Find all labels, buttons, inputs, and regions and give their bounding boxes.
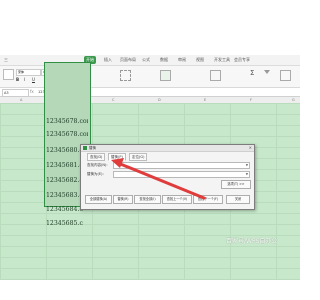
replace-dialog: 替换 × 查找(D) 替换(P) 定位(G) 查找内容(N): ▼ 替换为(E)…: [80, 144, 255, 210]
close-icon[interactable]: ×: [249, 145, 252, 151]
tab-insert[interactable]: 插入: [102, 56, 114, 64]
underline-icon[interactable]: U: [32, 77, 41, 86]
fx-icon[interactable]: fx: [30, 88, 34, 96]
paste-icon[interactable]: [3, 69, 14, 80]
chevron-down-icon[interactable]: ▼: [246, 163, 248, 168]
replace-input[interactable]: ▼: [113, 171, 250, 178]
find-next-button[interactable]: 查找下一个(F): [193, 195, 223, 204]
number-format-icon[interactable]: [120, 70, 131, 81]
replace-button[interactable]: 替换(R): [113, 195, 133, 204]
sort-icon[interactable]: [280, 70, 291, 81]
chevron-down-icon[interactable]: ▼: [246, 172, 248, 177]
tab-member[interactable]: 会员专享: [232, 56, 252, 64]
filter-icon[interactable]: [264, 70, 270, 74]
options-button[interactable]: 选项(T) >>: [221, 180, 251, 189]
name-box[interactable]: A3: [2, 89, 29, 97]
dialog-title: 替换: [89, 146, 96, 150]
tab-replace[interactable]: 替换(P): [108, 153, 126, 161]
close-button[interactable]: 关闭: [226, 195, 250, 204]
font-name-select[interactable]: 宋体: [16, 69, 41, 76]
cell-value[interactable]: 12345678.com: [46, 131, 88, 138]
tab-find[interactable]: 查找(D): [87, 153, 106, 161]
watermark: 百家号/WPS自办公: [226, 238, 278, 245]
find-input[interactable]: ▼: [113, 162, 250, 169]
cell-value[interactable]: 12345685.c: [46, 220, 88, 227]
tab-developer[interactable]: 开发工具: [212, 56, 232, 64]
tab-review[interactable]: 审阅: [176, 56, 188, 64]
replace-label: 替换为(E):: [87, 172, 104, 176]
app-icon: [83, 146, 87, 150]
tab-menu[interactable]: 三: [2, 56, 10, 64]
replace-all-button[interactable]: 全部替换(A): [85, 195, 112, 204]
tab-data[interactable]: 数据: [158, 56, 170, 64]
find-prev-button[interactable]: 查找上一个(V): [162, 195, 192, 204]
find-all-button[interactable]: 查找全部(I): [134, 195, 161, 204]
tab-goto[interactable]: 定位(G): [129, 153, 148, 161]
tab-formula[interactable]: 公式: [140, 56, 152, 64]
dialog-titlebar[interactable]: 替换 ×: [81, 145, 254, 152]
sum-icon[interactable]: Σ: [250, 69, 259, 78]
table-style-icon[interactable]: [210, 70, 221, 81]
cell-value[interactable]: 12345678.com: [46, 118, 88, 125]
tab-page-layout[interactable]: 页面布局: [118, 56, 138, 64]
tab-view[interactable]: 视图: [194, 56, 206, 64]
conditional-format-icon[interactable]: [160, 70, 171, 81]
find-label: 查找内容(N):: [87, 163, 108, 167]
